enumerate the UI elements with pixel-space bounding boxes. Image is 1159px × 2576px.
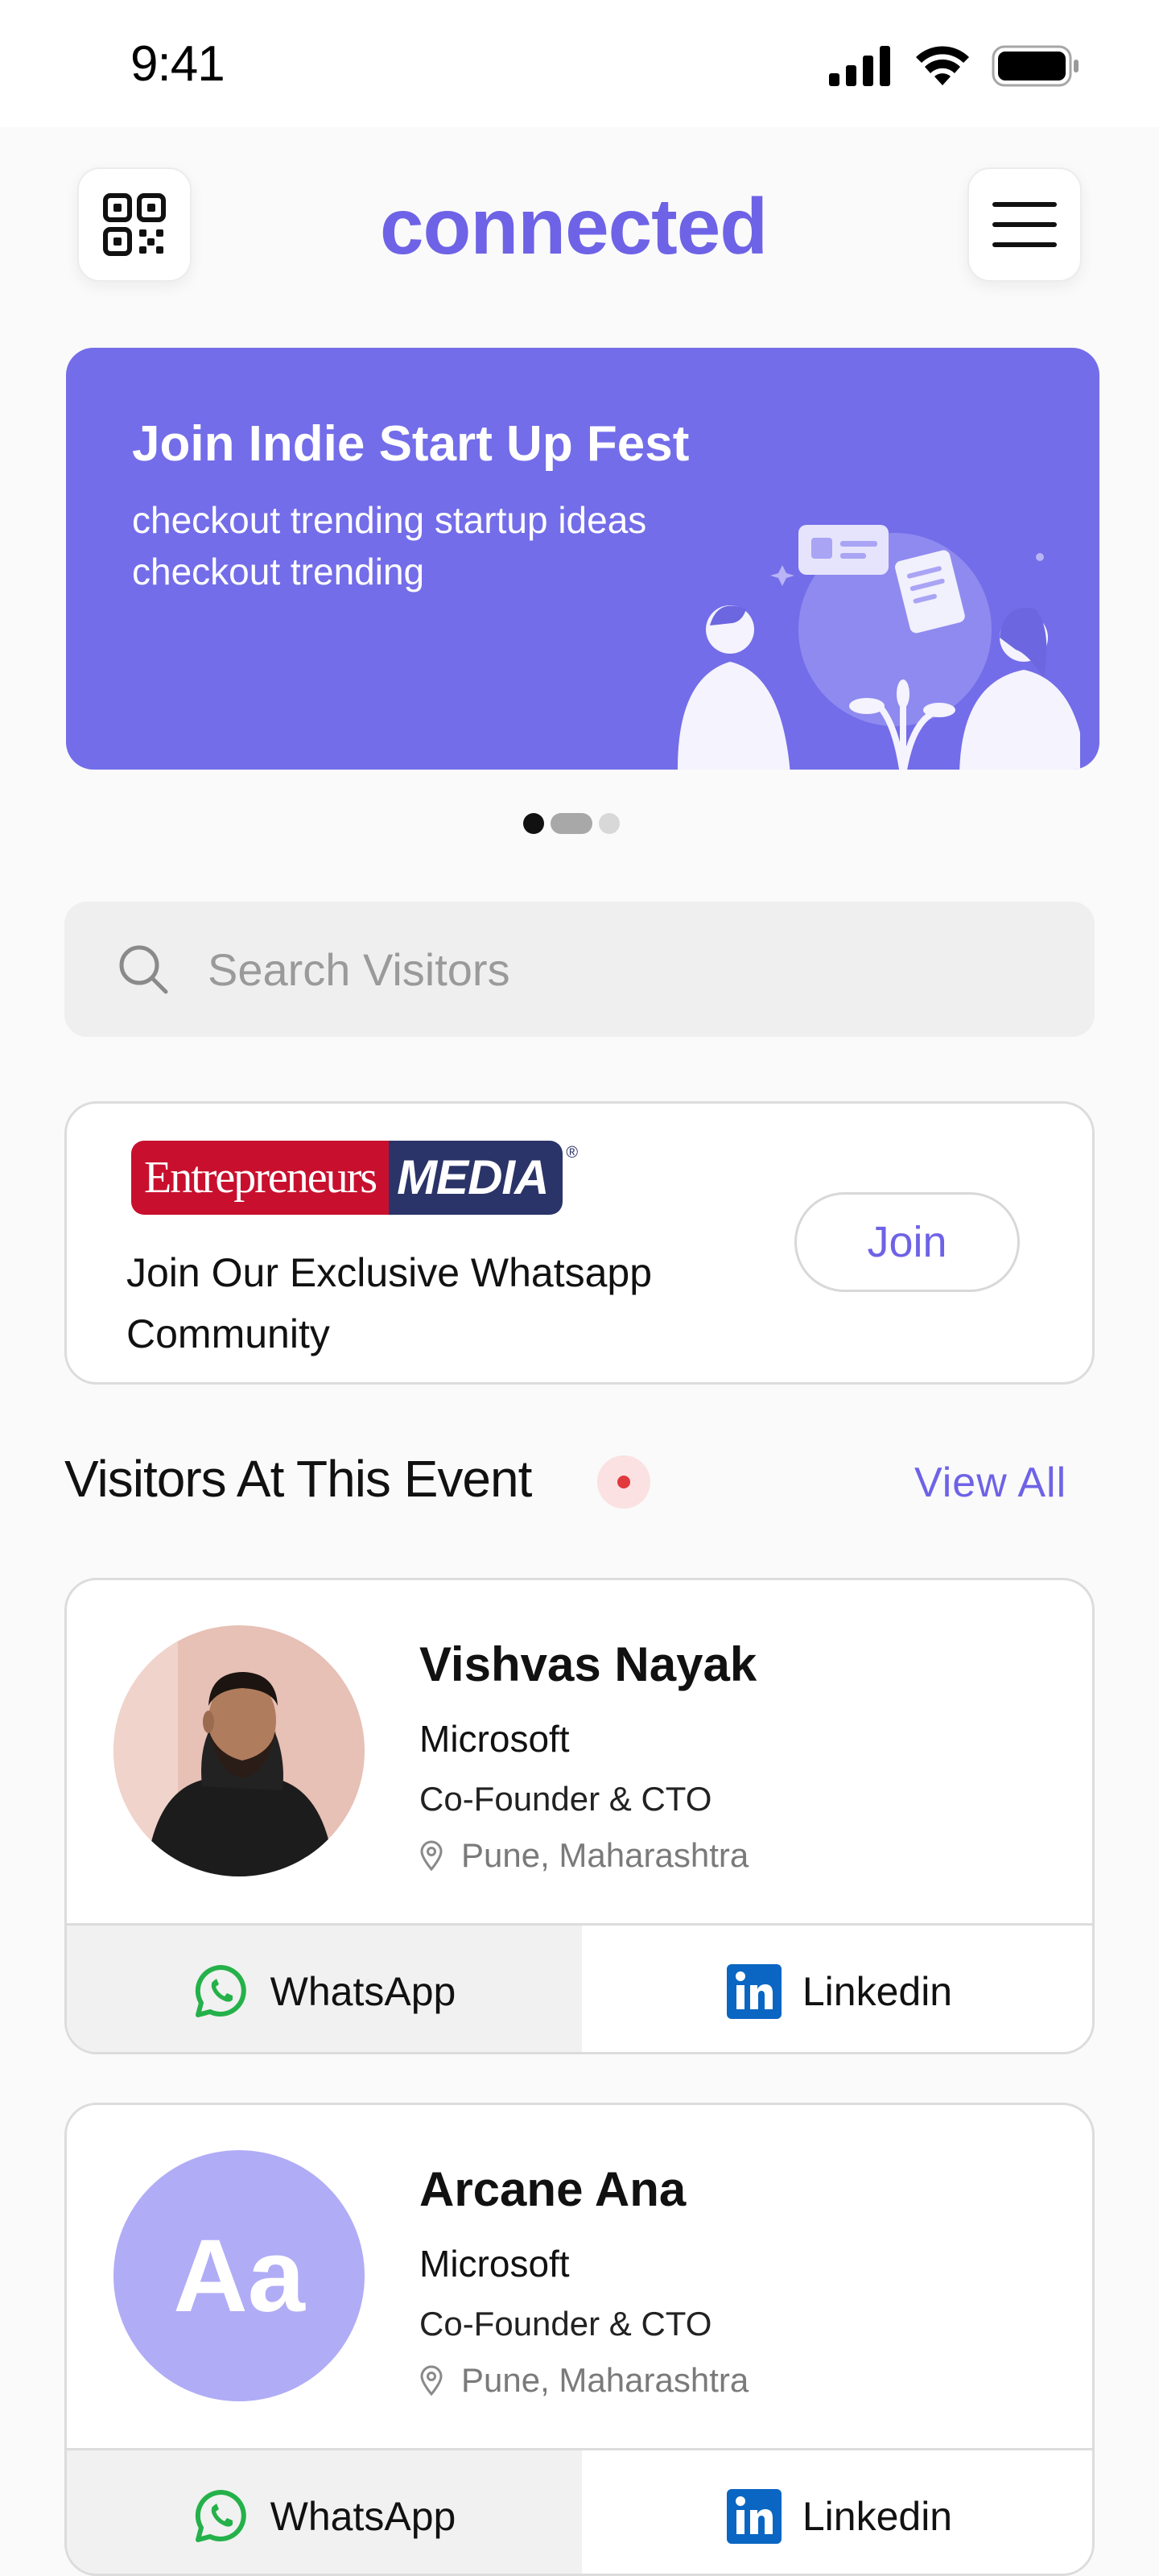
visitor-location-text: Pune, Maharashtra	[461, 1836, 749, 1874]
banner-subtitle: checkout trending startup ideas checkout…	[132, 499, 647, 592]
carousel-dot-active[interactable]	[523, 813, 544, 834]
visitor-company: Microsoft	[419, 1718, 570, 1760]
avatar: Aa	[113, 2150, 365, 2401]
linkedin-button[interactable]: Linkedin	[582, 2450, 1092, 2574]
visitor-location: Pune, Maharashtra	[419, 1836, 749, 1875]
linkedin-label: Linkedin	[802, 1968, 953, 2014]
visitor-card[interactable]: Aa Arcane Ana Microsoft Co-Founder & CTO…	[64, 2103, 1095, 2576]
whatsapp-button[interactable]: WhatsApp	[67, 1926, 582, 2052]
registered-mark: ®	[566, 1144, 579, 1162]
carousel-dot[interactable]	[551, 813, 592, 834]
linkedin-icon	[726, 2488, 782, 2544]
app-logo: connected	[380, 182, 779, 270]
banner-title: Join Indie Start Up Fest	[132, 416, 690, 472]
community-card: Entrepreneurs MEDIA ® Join Our Exclusive…	[64, 1101, 1095, 1385]
card-actions: WhatsApp Linkedin	[67, 2448, 1092, 2574]
menu-icon	[992, 202, 1057, 247]
wifi-icon	[916, 46, 969, 85]
visitor-card[interactable]: Vishvas Nayak Microsoft Co-Founder & CTO…	[64, 1578, 1095, 2054]
status-time: 9:41	[130, 36, 225, 92]
menu-button[interactable]	[967, 167, 1082, 282]
section-title: Visitors At This Event	[64, 1450, 532, 1508]
view-all-link[interactable]: View All	[914, 1459, 1066, 1507]
visitor-name: Arcane Ana	[419, 2162, 687, 2216]
location-pin-icon	[420, 2365, 443, 2396]
search-bar[interactable]	[64, 902, 1095, 1037]
qr-code-icon	[103, 193, 166, 256]
battery-icon	[992, 45, 1079, 87]
community-text: Join Our Exclusive Whatsapp Community	[126, 1250, 653, 1356]
whatsapp-label: WhatsApp	[270, 1968, 456, 2014]
avatar-photo	[113, 1625, 365, 1876]
visitor-location: Pune, Maharashtra	[419, 2361, 749, 2400]
whatsapp-label: WhatsApp	[270, 2493, 456, 2539]
whatsapp-button[interactable]: WhatsApp	[67, 2450, 582, 2574]
linkedin-label: Linkedin	[802, 2493, 953, 2539]
whatsapp-icon	[195, 1964, 246, 2017]
logo-part-entrepreneurs: Entrepreneurs	[131, 1141, 390, 1215]
card-actions: WhatsApp Linkedin	[67, 1923, 1092, 2052]
join-button[interactable]: Join	[794, 1192, 1020, 1292]
status-bar: 9:41	[0, 0, 1159, 127]
carousel-dots	[523, 813, 620, 834]
entrepreneurs-media-logo: Entrepreneurs MEDIA ®	[131, 1141, 578, 1215]
visitor-role: Co-Founder & CTO	[419, 2305, 712, 2343]
linkedin-button[interactable]: Linkedin	[582, 1926, 1092, 2052]
live-indicator	[597, 1455, 650, 1509]
visitor-name: Vishvas Nayak	[419, 1637, 757, 1691]
linkedin-icon	[726, 1963, 782, 2019]
visitor-role: Co-Founder & CTO	[419, 1780, 712, 1818]
search-input[interactable]	[208, 943, 932, 996]
logo-text: connected	[380, 181, 768, 270]
qr-code-button[interactable]	[77, 167, 192, 282]
logo-part-media: MEDIA	[389, 1141, 563, 1215]
avatar	[113, 1625, 365, 1876]
visitor-location-text: Pune, Maharashtra	[461, 2361, 749, 2399]
promo-banner[interactable]: Join Indie Start Up Fest checkout trendi…	[66, 348, 1099, 770]
signal-icon	[829, 46, 890, 86]
status-icons	[829, 45, 1080, 87]
search-icon	[119, 945, 168, 994]
carousel-dot[interactable]	[599, 813, 620, 834]
people-illustration	[678, 525, 1080, 770]
location-pin-icon	[420, 1840, 443, 1871]
whatsapp-icon	[195, 2489, 246, 2542]
visitor-company: Microsoft	[419, 2243, 570, 2285]
